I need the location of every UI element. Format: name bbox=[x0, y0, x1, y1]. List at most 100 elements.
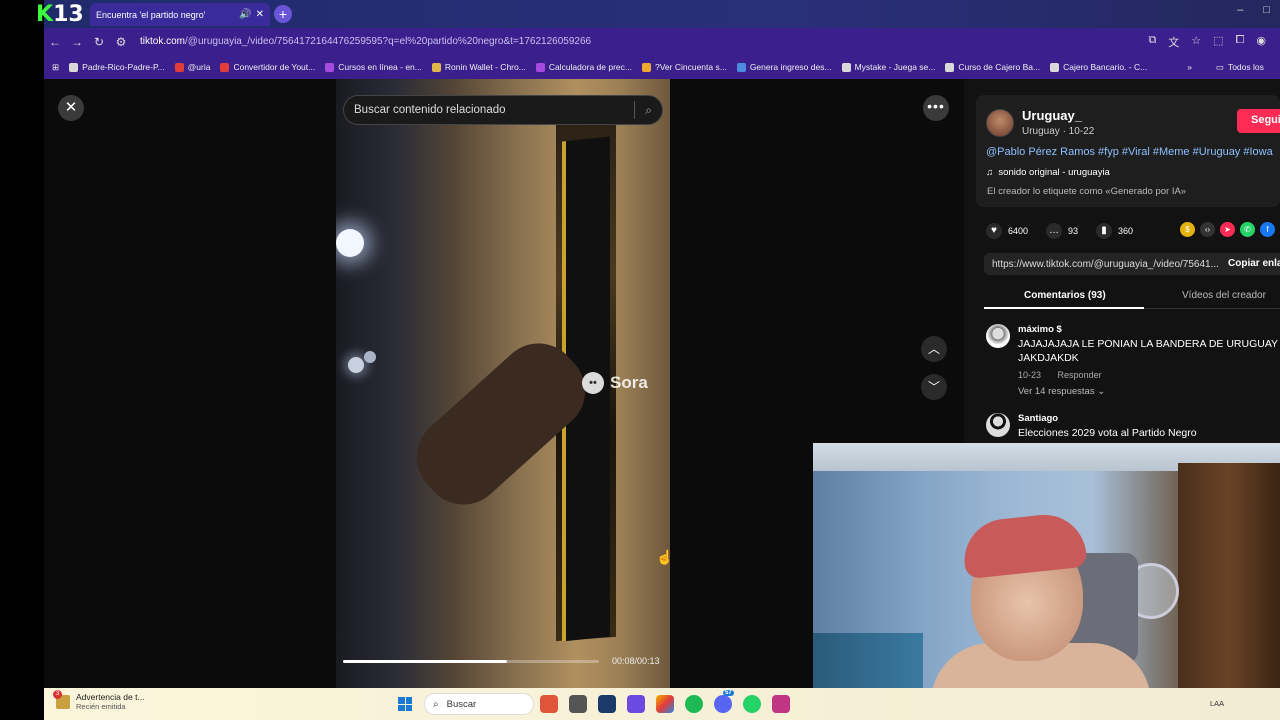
tab-comments[interactable]: Comentarios (93) bbox=[1024, 290, 1106, 301]
bookmark-item[interactable]: Ronin Wallet - Chro... bbox=[431, 62, 526, 72]
search-divider bbox=[634, 101, 636, 119]
comment-date: 10-23 bbox=[1018, 370, 1042, 380]
app-icon[interactable] bbox=[627, 695, 645, 713]
more-options-icon[interactable]: ••• bbox=[923, 95, 949, 121]
video-link-box: https://www.tiktok.com/@uruguayia_/video… bbox=[984, 253, 1280, 275]
music-note-icon: ♫ bbox=[986, 167, 999, 178]
ai-generated-label: El creador lo etiquete como «Generado po… bbox=[987, 186, 1187, 197]
heart-icon: ♥ bbox=[986, 223, 1002, 239]
app-icon[interactable] bbox=[598, 695, 616, 713]
avatar[interactable] bbox=[986, 413, 1010, 437]
embed-icon[interactable]: ‹› bbox=[1200, 222, 1215, 237]
follow-button[interactable]: Segui bbox=[1237, 109, 1280, 133]
close-icon[interactable]: ✕ bbox=[58, 95, 84, 121]
url-field[interactable]: tiktok.com/@uruguayia_/video/75641721644… bbox=[140, 36, 1148, 47]
send-icon[interactable]: ➤ bbox=[1220, 222, 1235, 237]
left-margin bbox=[0, 0, 44, 720]
tab-creator-videos[interactable]: Vídeos del creador bbox=[1182, 290, 1266, 301]
comment-user[interactable]: máximo $ bbox=[1018, 324, 1062, 335]
back-icon[interactable]: ← bbox=[44, 35, 66, 49]
bookmark-item[interactable]: Calculadora de prec... bbox=[535, 62, 632, 72]
comment-text: Elecciones 2029 vota al Partido Negro bbox=[1018, 427, 1197, 439]
bookmark-item[interactable]: Padre-Rico-Padre-P... bbox=[69, 62, 165, 72]
video-timecode: 00:08/00:13 bbox=[612, 656, 660, 666]
video-caption[interactable]: @Pablo Pérez Ramos #fyp #Viral #Meme #Ur… bbox=[986, 146, 1273, 158]
sound-link[interactable]: ♫ sonido original - uruguayia bbox=[986, 167, 1110, 178]
search-icon[interactable]: ⌕ bbox=[645, 103, 652, 118]
video-player[interactable]: •• Sora bbox=[336, 79, 670, 688]
address-bar: ← → ↻ ⚙ tiktok.com/@uruguayia_/video/756… bbox=[44, 28, 1280, 55]
app-icon[interactable] bbox=[540, 695, 558, 713]
bookmark-item[interactable]: Convertidor de Yout... bbox=[220, 62, 315, 72]
related-search-input[interactable]: Buscar contenido relacionado ⌕ bbox=[343, 95, 663, 125]
hand-cursor-icon: ☝ bbox=[656, 549, 674, 565]
taskbar: 3 Advertencia de t... Recién emitida ⌕ B… bbox=[44, 688, 1280, 720]
extensions-puzzle-icon[interactable]: ⧠ bbox=[1236, 34, 1245, 50]
bookmark-item[interactable]: Genera ingreso des... bbox=[736, 62, 832, 72]
profile-icon[interactable]: ◉ bbox=[1256, 34, 1266, 50]
app-icon[interactable] bbox=[569, 695, 587, 713]
bookmark-item[interactable]: ?Ver Cincuenta s... bbox=[641, 62, 727, 72]
video-frame-light bbox=[348, 357, 364, 373]
windows-start-icon[interactable] bbox=[398, 697, 412, 711]
notification-title: Advertencia de t... bbox=[76, 692, 145, 702]
discord-icon[interactable]: 57 bbox=[714, 690, 734, 713]
close-tab-icon[interactable]: ✕ bbox=[256, 9, 264, 20]
new-tab-button[interactable]: + bbox=[274, 5, 292, 23]
site-info-icon[interactable]: ⚙ bbox=[110, 35, 132, 49]
whatsapp-icon[interactable] bbox=[743, 695, 761, 713]
reply-button[interactable]: Responder bbox=[1058, 370, 1102, 380]
app-icon[interactable] bbox=[656, 695, 674, 713]
whatsapp-icon[interactable]: ✆ bbox=[1240, 222, 1255, 237]
bookmark-item[interactable]: Curso de Cajero Ba... bbox=[945, 62, 1040, 72]
extension-icon[interactable]: ⬚ bbox=[1213, 34, 1223, 50]
author-subtitle: Uruguay · 10-22 bbox=[1022, 126, 1095, 137]
speaker-icon[interactable]: 🔊 bbox=[239, 9, 251, 20]
comment-button[interactable]: … 93 bbox=[1046, 223, 1078, 239]
app-icon[interactable] bbox=[772, 695, 790, 713]
system-tray-text: LAA bbox=[1210, 699, 1225, 708]
spotify-icon[interactable] bbox=[685, 695, 703, 713]
author-name[interactable]: Uruguay_ bbox=[1022, 108, 1082, 123]
next-video-button[interactable]: ﹀ bbox=[921, 374, 947, 400]
star-icon[interactable]: ☆ bbox=[1191, 34, 1201, 50]
copy-link-button[interactable]: Copiar enla bbox=[1228, 258, 1280, 269]
translate-icon[interactable]: 文 bbox=[1168, 34, 1179, 50]
comment-text: JAJAJAJAJA LE PONIAN LA BANDERA DE URUGU… bbox=[1018, 338, 1278, 364]
reload-icon[interactable]: ↻ bbox=[88, 35, 110, 49]
bookmark-item[interactable]: Cajero Bancario. - C... bbox=[1050, 62, 1147, 72]
like-button[interactable]: ♥ 6400 bbox=[986, 223, 1028, 239]
taskbar-notification[interactable]: 3 Advertencia de t... Recién emitida bbox=[53, 689, 145, 711]
facebook-icon[interactable]: f bbox=[1260, 222, 1275, 237]
notification-subtitle: Recién emitida bbox=[76, 702, 126, 711]
bookmark-item[interactable]: Cursos en línea - en... bbox=[325, 62, 422, 72]
maximize-button[interactable]: □ bbox=[1263, 4, 1270, 16]
install-icon[interactable]: ⧉ bbox=[1148, 34, 1156, 50]
video-frame-light bbox=[336, 229, 364, 257]
browser-tab[interactable]: Encuentra 'el partido negro' 🔊 ✕ bbox=[90, 3, 270, 26]
avatar[interactable] bbox=[986, 324, 1010, 348]
video-link-text[interactable]: https://www.tiktok.com/@uruguayia_/video… bbox=[992, 259, 1219, 270]
more-bookmarks-icon[interactable]: » bbox=[1187, 62, 1192, 72]
webcam-overlay bbox=[813, 443, 1280, 720]
share-icons: $ ‹› ➤ ✆ f bbox=[1180, 222, 1275, 237]
app-badge: 57 bbox=[723, 690, 734, 696]
all-bookmarks-button[interactable]: ▭ Todos los bbox=[1216, 62, 1264, 73]
coin-icon[interactable]: $ bbox=[1180, 222, 1195, 237]
bookmark-item[interactable]: @uria bbox=[174, 62, 210, 72]
bookmark-item[interactable]: Mystake - Juega se... bbox=[841, 62, 935, 72]
avatar[interactable] bbox=[986, 109, 1014, 137]
apps-grid-icon[interactable]: ⊞ bbox=[52, 62, 59, 73]
previous-video-button[interactable]: ︿ bbox=[921, 336, 947, 362]
forward-icon[interactable]: → bbox=[66, 35, 88, 49]
video-progress-bar[interactable] bbox=[343, 660, 599, 663]
save-button[interactable]: ▮ 360 bbox=[1096, 223, 1133, 239]
author-card: Uruguay_ Uruguay · 10-22 Segui @Pablo Pé… bbox=[976, 95, 1280, 207]
notification-badge: 3 bbox=[53, 689, 62, 699]
comment-user[interactable]: Santiago bbox=[1018, 413, 1058, 424]
view-replies-button[interactable]: Ver 14 respuestas ⌄ bbox=[1018, 386, 1105, 397]
minimize-button[interactable]: – bbox=[1237, 4, 1243, 16]
taskbar-search[interactable]: ⌕ Buscar bbox=[424, 693, 534, 715]
browser-titlebar: Encuentra 'el partido negro' 🔊 ✕ + – □ bbox=[44, 0, 1280, 28]
video-progress-fill bbox=[343, 660, 507, 663]
